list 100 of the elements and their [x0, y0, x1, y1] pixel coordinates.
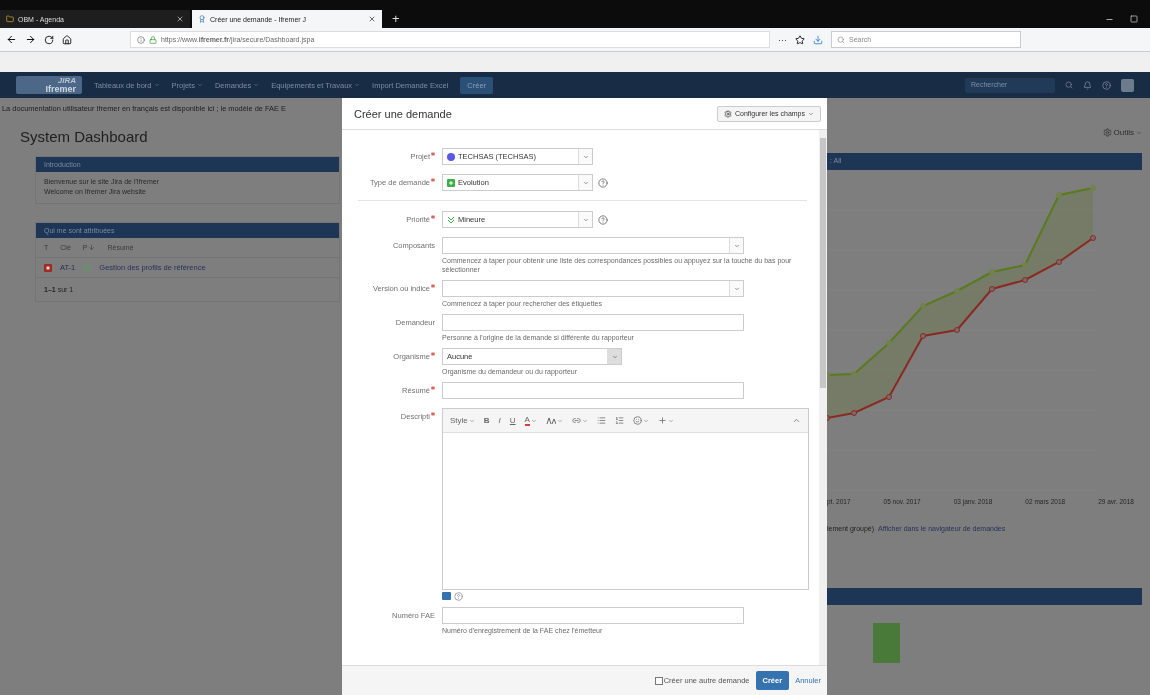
plus-icon — [657, 416, 667, 425]
text-field[interactable] — [442, 607, 744, 624]
tools-menu[interactable]: Outils — [1102, 128, 1142, 137]
back-icon[interactable] — [6, 34, 17, 45]
search-icon — [837, 35, 845, 44]
caret-icon — [667, 417, 674, 424]
caret-icon — [582, 216, 589, 223]
select-field[interactable] — [442, 237, 744, 254]
avatar-icon[interactable] — [1121, 78, 1134, 92]
caret-icon — [556, 417, 563, 424]
required-icon — [431, 386, 435, 390]
numbered-list-button[interactable] — [614, 416, 624, 425]
required-icon — [431, 178, 435, 182]
help-icon[interactable] — [598, 177, 608, 188]
bullet-list-button[interactable] — [596, 416, 606, 425]
page-title: System Dashboard — [20, 128, 149, 147]
chart-point — [1056, 259, 1062, 265]
chart-point — [954, 288, 960, 294]
folder-icon — [6, 15, 14, 23]
caret-icon — [253, 82, 260, 88]
chart-point — [989, 286, 995, 292]
caret-icon — [153, 82, 160, 88]
chart-point — [1022, 262, 1028, 268]
home-icon[interactable] — [62, 34, 72, 45]
required-icon — [431, 215, 435, 219]
required-icon — [431, 412, 435, 416]
caret-icon — [468, 417, 475, 424]
help-icon[interactable] — [1102, 80, 1111, 90]
caret-icon — [808, 110, 814, 117]
chart-point — [954, 327, 960, 333]
required-icon — [431, 152, 435, 156]
more-button[interactable]: ··· — [778, 34, 787, 45]
numbered-list-icon — [614, 416, 624, 425]
double-chevron-down-icon — [83, 263, 92, 272]
italic-button[interactable]: I — [498, 416, 501, 425]
rich-text-editor[interactable]: Style B I U A — [442, 408, 809, 590]
forward-icon[interactable] — [25, 34, 36, 45]
caret-icon — [642, 417, 649, 424]
caret-icon — [582, 179, 589, 186]
emoji-button[interactable] — [632, 416, 649, 425]
chart-point — [920, 333, 926, 339]
caret-icon — [196, 82, 203, 88]
help-icon[interactable] — [598, 214, 608, 225]
caret-icon — [1136, 129, 1142, 136]
issue-type-icon — [44, 263, 52, 272]
caret-icon — [354, 82, 361, 88]
caret-icon — [733, 242, 740, 249]
new-tab-button[interactable]: + — [384, 10, 408, 28]
text-field[interactable] — [442, 314, 744, 331]
link-button[interactable] — [571, 416, 588, 425]
underline-button[interactable]: U — [509, 416, 516, 425]
chart-point — [1090, 235, 1096, 241]
chart-point — [989, 269, 995, 275]
chart-point — [827, 415, 830, 421]
caret-icon — [530, 417, 537, 424]
notification-icon[interactable] — [1083, 80, 1092, 90]
chart-point — [886, 394, 892, 400]
double-chevron-down-icon — [447, 215, 455, 224]
text-field[interactable] — [442, 382, 744, 399]
star-icon[interactable] — [795, 34, 805, 45]
collapse-button[interactable] — [792, 416, 801, 425]
dialog-title: Créer une demande — [354, 107, 452, 120]
gear-icon — [723, 109, 732, 118]
chart-point — [827, 372, 830, 378]
chart-point — [1090, 185, 1096, 191]
reload-icon[interactable] — [44, 34, 54, 45]
close-icon[interactable] — [368, 15, 376, 23]
chart-point — [886, 340, 892, 346]
chart-point — [851, 410, 857, 416]
caret-icon — [611, 353, 618, 360]
badge-icon — [198, 15, 206, 23]
plus-square-icon — [447, 178, 455, 187]
bullet-list-icon — [596, 416, 606, 425]
style-dropdown[interactable]: Style — [450, 416, 475, 425]
gear-icon — [1102, 128, 1112, 137]
chart-point — [920, 303, 926, 309]
chart-point — [1056, 192, 1062, 198]
chart-bar — [873, 623, 900, 663]
visual-mode-icon[interactable] — [442, 592, 451, 600]
link-icon — [571, 416, 581, 425]
chevron-up-icon — [792, 416, 801, 425]
download-icon[interactable] — [813, 34, 823, 45]
search-icon[interactable] — [1065, 81, 1073, 89]
select-field[interactable] — [442, 280, 744, 297]
font-size-button[interactable] — [545, 416, 563, 425]
lock-icon — [149, 35, 157, 44]
smiley-icon — [632, 416, 642, 425]
info-icon — [137, 35, 145, 44]
maximize-icon[interactable] — [1130, 15, 1138, 23]
sort-arrow-icon — [88, 244, 96, 251]
insert-button[interactable] — [657, 416, 674, 425]
text-color-button[interactable]: A — [524, 415, 537, 426]
project-avatar-icon — [447, 152, 455, 161]
caret-icon — [582, 153, 589, 160]
chart-point — [851, 371, 857, 377]
required-icon — [431, 284, 435, 288]
chart-point — [1022, 277, 1028, 283]
jira-logo: JIRA Ifremer — [16, 76, 82, 94]
help-icon[interactable] — [454, 592, 463, 601]
bold-button[interactable]: B — [483, 416, 490, 425]
